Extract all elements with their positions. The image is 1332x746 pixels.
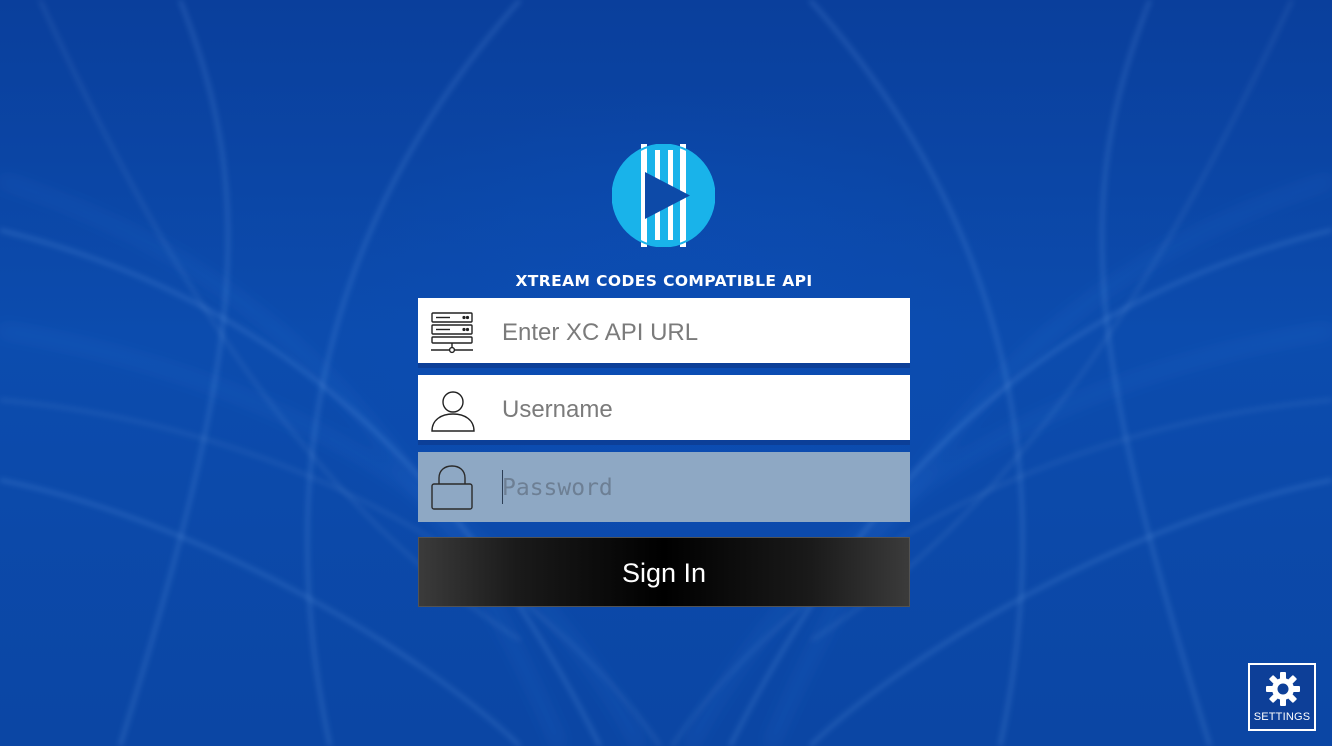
- api-url-field[interactable]: Enter XC API URL: [418, 298, 910, 368]
- user-icon: [428, 387, 476, 433]
- background: [0, 0, 1332, 746]
- settings-label: SETTINGS: [1253, 711, 1311, 723]
- gear-icon: [1265, 671, 1301, 707]
- lock-icon: [428, 464, 476, 510]
- sign-in-button[interactable]: Sign In: [418, 537, 910, 607]
- settings-button[interactable]: SETTINGS: [1248, 663, 1316, 731]
- username-placeholder: Username: [502, 396, 613, 423]
- play-logo-icon: [611, 143, 716, 248]
- password-field[interactable]: Password: [418, 452, 910, 522]
- page-title: XTREAM CODES COMPATIBLE API: [515, 272, 813, 290]
- background-light-streaks: [0, 0, 1332, 746]
- server-icon: [428, 310, 476, 356]
- app-logo: [611, 143, 716, 248]
- password-placeholder: Password: [502, 475, 613, 501]
- api-url-placeholder: Enter XC API URL: [502, 319, 699, 346]
- username-field[interactable]: Username: [418, 375, 910, 445]
